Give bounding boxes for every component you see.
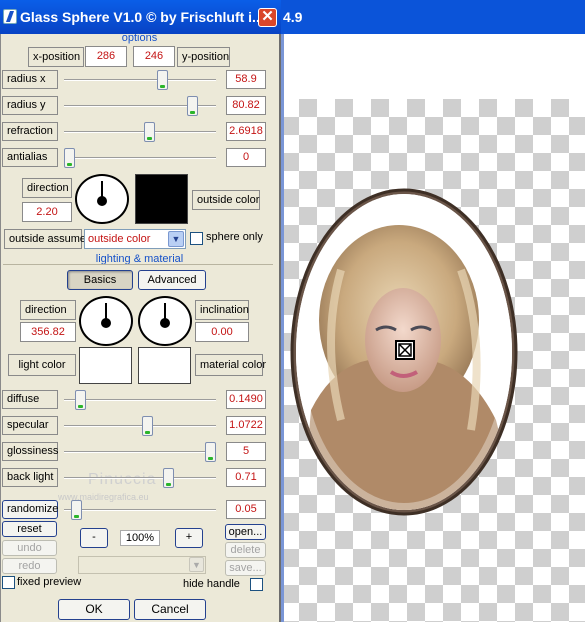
sphere-only-checkbox[interactable] bbox=[190, 232, 203, 245]
refraction-slider-thumb[interactable] bbox=[144, 122, 155, 142]
antialias-label: antialias bbox=[2, 148, 58, 167]
redo-button[interactable]: redo bbox=[2, 558, 57, 574]
glossiness-value-field[interactable]: 5 bbox=[226, 442, 266, 461]
light-color-swatch[interactable] bbox=[79, 347, 132, 384]
light-direction-dial-hub bbox=[101, 318, 111, 328]
delete-button[interactable]: delete bbox=[225, 542, 266, 558]
specular-slider-thumb[interactable] bbox=[142, 416, 153, 436]
diffuse-slider-track[interactable] bbox=[64, 399, 216, 401]
randomize-slider-thumb[interactable] bbox=[71, 500, 82, 520]
radius-y-slider-thumb[interactable] bbox=[187, 96, 198, 116]
radius-y-value-field[interactable]: 80.82 bbox=[226, 96, 266, 115]
light-direction-field[interactable]: 356.82 bbox=[20, 322, 76, 342]
antialias-value-field[interactable]: 0 bbox=[226, 148, 266, 167]
section-divider bbox=[3, 264, 273, 265]
back-light-label: back light bbox=[2, 468, 58, 487]
radius-x-slider-track[interactable] bbox=[64, 79, 216, 81]
app-icon bbox=[3, 9, 17, 24]
specular-slider-track[interactable] bbox=[64, 425, 216, 427]
refraction-label: refraction bbox=[2, 122, 58, 141]
hide-handle-checkbox[interactable] bbox=[250, 578, 263, 591]
preset-dropdown[interactable]: ▼ bbox=[78, 556, 206, 574]
refraction-value-field[interactable]: 2.6918 bbox=[226, 122, 266, 141]
x-position-label: x-position bbox=[28, 47, 84, 67]
zoom-level: 100% bbox=[120, 530, 160, 546]
diffuse-slider-thumb[interactable] bbox=[75, 390, 86, 410]
diffuse-value-field[interactable]: 0.1490 bbox=[226, 390, 266, 409]
preview-window-title: 4.9 bbox=[283, 9, 303, 25]
radius-x-label: radius x bbox=[2, 70, 58, 89]
dropdown-arrow-icon[interactable]: ▼ bbox=[168, 231, 184, 247]
direction-dial[interactable] bbox=[75, 174, 129, 224]
hide-handle-label: hide handle bbox=[183, 578, 240, 590]
back-light-slider-thumb[interactable] bbox=[163, 468, 174, 488]
randomize-label[interactable]: randomize bbox=[2, 500, 58, 519]
refraction-slider-track[interactable] bbox=[64, 131, 216, 133]
tab-advanced[interactable]: Advanced bbox=[138, 270, 206, 290]
outside-assume-label: outside assume bbox=[4, 229, 86, 249]
glossiness-label: glossiness bbox=[2, 442, 58, 461]
inclination-label: inclination bbox=[195, 300, 249, 320]
close-button[interactable]: ✕ bbox=[258, 8, 277, 27]
preview-top-area bbox=[281, 34, 585, 99]
fixed-preview-checkbox[interactable] bbox=[2, 576, 15, 589]
ok-button[interactable]: OK bbox=[58, 599, 130, 620]
cancel-button[interactable]: Cancel bbox=[134, 599, 206, 620]
inclination-field[interactable]: 0.00 bbox=[195, 322, 249, 342]
direction-field[interactable]: 2.20 bbox=[22, 202, 72, 222]
antialias-slider-thumb[interactable] bbox=[64, 148, 75, 168]
tab-basics[interactable]: Basics bbox=[67, 270, 133, 290]
antialias-slider-track[interactable] bbox=[64, 157, 216, 159]
glass-sphere-preview[interactable] bbox=[281, 180, 585, 525]
sphere-only-label: sphere only bbox=[206, 231, 263, 243]
radius-x-value-field[interactable]: 58.9 bbox=[226, 70, 266, 89]
inclination-dial[interactable] bbox=[138, 296, 192, 346]
save-button[interactable]: save... bbox=[225, 560, 266, 576]
zoom-out-button[interactable]: - bbox=[80, 528, 108, 548]
material-color-label: material color bbox=[195, 354, 266, 376]
y-position-label: y-position bbox=[177, 47, 230, 67]
options-header: options bbox=[121, 32, 158, 44]
diffuse-label: diffuse bbox=[2, 390, 58, 409]
specular-value-field[interactable]: 1.0722 bbox=[226, 416, 266, 435]
back-light-value-field[interactable]: 0.71 bbox=[226, 468, 266, 487]
back-light-slider-track[interactable] bbox=[64, 477, 216, 479]
radius-x-slider-thumb[interactable] bbox=[157, 70, 168, 90]
outside-color-label: outside color bbox=[192, 190, 260, 210]
light-direction-dial[interactable] bbox=[79, 296, 133, 346]
randomize-value-field[interactable]: 0.05 bbox=[226, 500, 266, 519]
fixed-preview-label: fixed preview bbox=[17, 576, 82, 588]
zoom-in-button[interactable]: + bbox=[175, 528, 203, 548]
randomize-slider-track[interactable] bbox=[64, 509, 216, 511]
preview-title-bar bbox=[281, 0, 585, 34]
watermark-name: Pinuccia bbox=[88, 471, 157, 488]
light-color-label: light color bbox=[8, 354, 76, 376]
radius-y-label: radius y bbox=[2, 96, 58, 115]
glossiness-slider-thumb[interactable] bbox=[205, 442, 216, 462]
preset-dropdown-arrow-icon[interactable]: ▼ bbox=[189, 557, 204, 572]
glossiness-slider-track[interactable] bbox=[64, 451, 216, 453]
material-color-swatch[interactable] bbox=[138, 347, 191, 384]
x-position-field[interactable]: 286 bbox=[85, 46, 127, 67]
outside-assume-selected: outside color bbox=[88, 233, 151, 245]
direction-dial-hub bbox=[97, 196, 107, 206]
outside-assume-dropdown[interactable]: outside color ▼ bbox=[84, 229, 186, 249]
open-button[interactable]: open... bbox=[225, 524, 266, 540]
direction-label: direction bbox=[22, 178, 72, 198]
outside-color-swatch[interactable] bbox=[135, 174, 188, 224]
dialog-title: Glass Sphere V1.0 © by Frischluft i... bbox=[20, 9, 260, 25]
light-direction-label: direction bbox=[20, 300, 76, 320]
specular-label: specular bbox=[2, 416, 58, 435]
reset-button[interactable]: reset bbox=[2, 521, 57, 537]
sphere-position-handle-icon[interactable] bbox=[395, 340, 415, 360]
undo-button[interactable]: undo bbox=[2, 540, 57, 556]
y-position-field[interactable]: 246 bbox=[133, 46, 175, 67]
inclination-dial-hub bbox=[160, 318, 170, 328]
